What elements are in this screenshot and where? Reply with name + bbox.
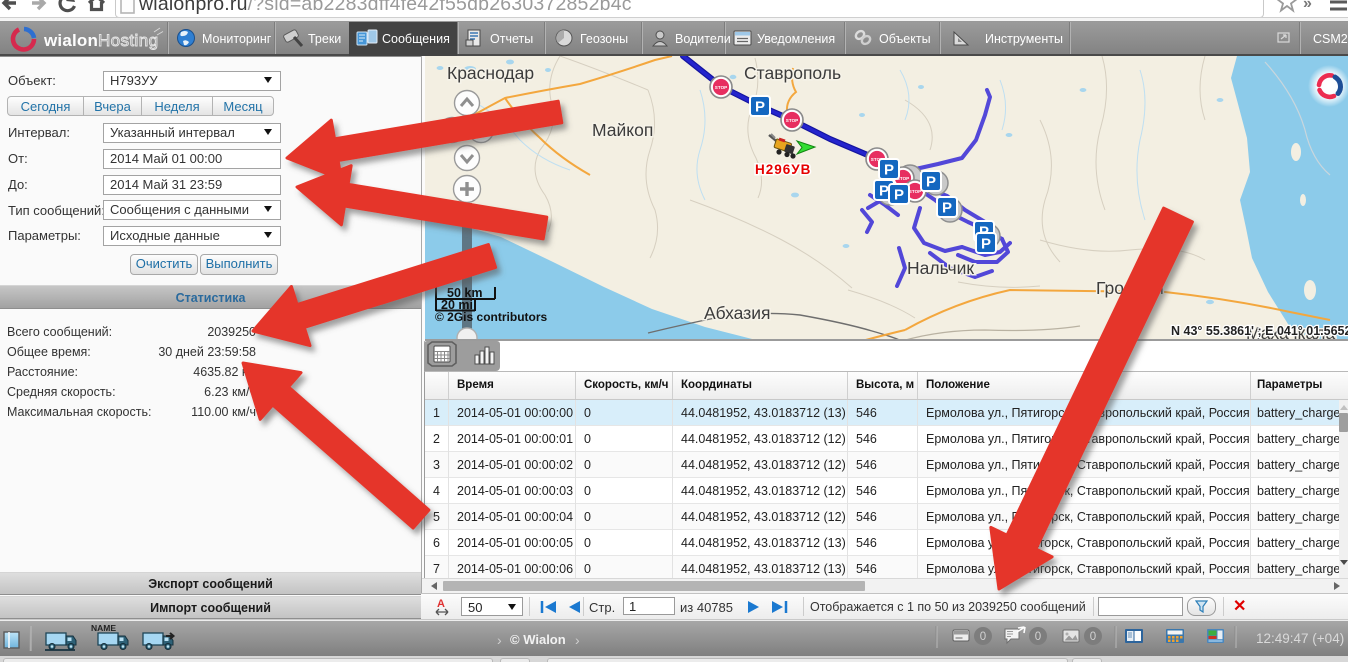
svg-text:P: P [942, 200, 952, 217]
svg-text:Майкоп: Майкоп [592, 120, 653, 140]
svg-text:P: P [981, 236, 991, 253]
svg-text:Краснодар: Краснодар [447, 63, 534, 83]
svg-text:0: 0 [1090, 631, 1096, 643]
svg-text:P: P [884, 162, 894, 179]
svg-text:STOP: STOP [715, 85, 727, 90]
svg-text:P: P [755, 99, 765, 116]
svg-text:P: P [926, 174, 936, 191]
svg-text:Н296УВ: Н296УВ [755, 162, 811, 177]
svg-text:A: A [437, 598, 445, 610]
svg-text:›: › [497, 632, 502, 648]
svg-text:Грозный: Грозный [1096, 278, 1164, 298]
svg-text:N 43° 55.3861' ; E 041° 01.565: N 43° 55.3861' ; E 041° 01.5652 [1171, 324, 1348, 338]
svg-text:Нальчик: Нальчик [907, 258, 974, 278]
svg-text:0: 0 [980, 631, 986, 643]
svg-text:Ставрополь: Ставрополь [744, 63, 841, 83]
svg-text:Абхазия: Абхазия [704, 303, 770, 323]
svg-text:P: P [894, 187, 904, 204]
svg-text:© 2Gis contributors: © 2Gis contributors [435, 310, 548, 324]
svg-text:0: 0 [1035, 631, 1041, 643]
svg-text:12:49:47 (+04): 12:49:47 (+04) [1256, 631, 1344, 646]
svg-text:P: P [879, 183, 889, 200]
svg-text:© Wialon: © Wialon [510, 632, 566, 647]
svg-text:STOP: STOP [786, 118, 798, 123]
svg-text:NAME: NAME [91, 623, 116, 633]
svg-text:»: » [1303, 0, 1312, 12]
svg-text:STOP: STOP [909, 189, 921, 194]
svg-text:›: › [575, 632, 580, 648]
